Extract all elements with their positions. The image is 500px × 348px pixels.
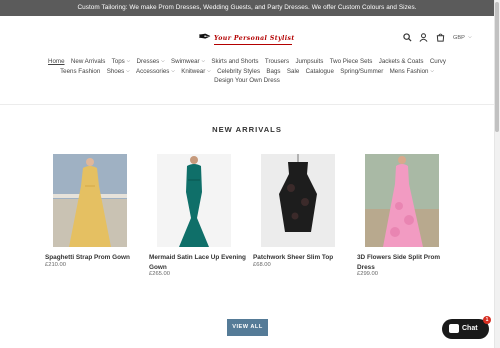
chevron-down-icon: ⌵ [201, 58, 206, 63]
announcement-bar: Custom Tailoring: We make Prom Dresses, … [0, 0, 494, 16]
chevron-down-icon: ⌵ [171, 68, 175, 73]
chat-icon [449, 324, 459, 333]
nav-item-label: Trousers [264, 58, 290, 65]
nav-item-label: Catalogue [305, 68, 334, 75]
nav-item-label: Skirts and Shorts [211, 58, 259, 65]
nav-row-3: Design Your Own Dress [0, 76, 494, 86]
header-divider [0, 104, 494, 105]
product-image[interactable] [365, 154, 439, 247]
chevron-down-icon: ⌵ [126, 58, 131, 63]
logo-text: Your Personal Stylist [214, 35, 295, 42]
nav-item-label: Celebrity Styles [217, 68, 261, 75]
account-icon[interactable] [418, 33, 428, 43]
chevron-down-icon: ⌵ [126, 68, 130, 73]
product-image[interactable] [157, 154, 231, 247]
view-all-button[interactable]: VIEW ALL [227, 319, 268, 336]
chevron-down-icon: ⌵ [430, 68, 434, 73]
notification-badge: 1 [483, 316, 491, 324]
nav-item-label: Home [48, 58, 65, 65]
logo-mark-icon: ✒ [198, 27, 212, 46]
chevron-down-icon: ⌵ [207, 68, 211, 73]
nav-item-label: New Arrivals [70, 58, 106, 65]
nav-item-label: Shoes [106, 68, 125, 75]
nav-item-label: Spring/Summer [340, 68, 384, 75]
nav-item-label: Sale [286, 68, 300, 75]
nav-item-label: Tops [111, 58, 125, 65]
nav-item-label: Swimwear [171, 58, 200, 65]
nav-item-label: Two Piece Sets [329, 58, 373, 65]
product-title[interactable]: 3D Flowers Side Split Prom Dress [357, 253, 457, 272]
nav-item-design-your-own-dress[interactable]: Design Your Own Dress [214, 76, 280, 86]
nav-item-label: Design Your Own Dress [214, 77, 280, 84]
currency-selector[interactable]: GBP ⌵ [453, 34, 472, 41]
nav-item-label: Accessories [136, 68, 170, 75]
section-title: NEW ARRIVALS [212, 125, 282, 134]
chevron-down-icon: ⌵ [161, 58, 165, 63]
nav-item-label: Dresses [136, 58, 160, 65]
product-price: £210.00 [45, 262, 66, 268]
product-image[interactable] [261, 154, 335, 247]
chat-button[interactable]: Chat 1 [442, 316, 491, 339]
nav-item-label: Jackets & Coats [378, 58, 424, 65]
chat-label: Chat [462, 325, 478, 332]
product-price: £299.00 [357, 271, 378, 277]
page-scrollbar[interactable] [494, 0, 500, 348]
product-price: £68.00 [253, 262, 271, 268]
nav-item-label: Knitwear [181, 68, 206, 75]
product-title[interactable]: Mermaid Satin Lace Up Evening Gown [149, 253, 249, 272]
logo-underline [214, 44, 292, 45]
scrollbar-thumb[interactable] [495, 2, 499, 132]
site-logo[interactable]: ✒ Your Personal Stylist [198, 28, 294, 48]
nav-item-label: Teens Fashion [60, 68, 101, 75]
nav-item-label: Mens Fashion [389, 68, 429, 75]
product-image[interactable] [53, 154, 127, 247]
nav-item-label: Jumpsuits [295, 58, 324, 65]
cart-icon[interactable] [435, 33, 445, 43]
nav-item-label: Bags [266, 68, 281, 75]
currency-label: GBP [453, 35, 465, 41]
nav-item-label: Curvy [429, 58, 446, 65]
chevron-down-icon: ⌵ [468, 34, 472, 39]
search-icon[interactable] [402, 33, 412, 43]
product-price: £265.00 [149, 271, 170, 277]
